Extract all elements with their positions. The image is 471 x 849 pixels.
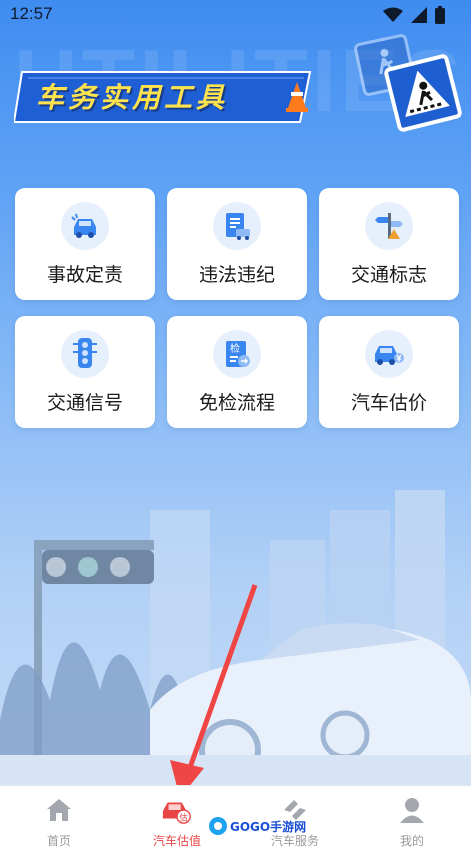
tool-accident-liability[interactable]: 事故定责 xyxy=(15,188,155,300)
tools-grid: 事故定责 违法违纪 交通标志 交通信号 检 免检流程 汽车估价 xyxy=(15,188,459,428)
document-car-icon xyxy=(213,202,261,250)
tool-traffic-signs[interactable]: 交通标志 xyxy=(319,188,459,300)
profile-icon xyxy=(396,794,428,826)
home-icon xyxy=(43,794,75,826)
tool-violations[interactable]: 违法违纪 xyxy=(167,188,307,300)
tool-label: 事故定责 xyxy=(46,264,123,286)
car-accident-icon xyxy=(61,202,109,250)
status-bar: 12:57 xyxy=(0,0,471,30)
app-screen: 12:57 UTILITIES 车务实用工具 xyxy=(0,0,471,849)
tool-label: 交通标志 xyxy=(350,264,427,286)
svg-text:估: 估 xyxy=(179,812,188,822)
car-yen-icon xyxy=(365,330,413,378)
tool-label: 交通信号 xyxy=(46,392,123,414)
tab-profile[interactable]: 我的 xyxy=(353,786,471,849)
wifi-icon xyxy=(383,7,403,22)
inspection-doc-icon: 检 xyxy=(213,330,261,378)
tab-label: 汽车估值 xyxy=(152,834,201,848)
watermark: GOGO手游网 xyxy=(208,816,306,836)
watermark-logo-icon xyxy=(209,817,227,835)
tool-label: 汽车估价 xyxy=(350,392,427,414)
tab-label: 首页 xyxy=(46,834,71,848)
svg-text:检: 检 xyxy=(230,342,240,355)
status-time: 12:57 xyxy=(10,4,53,23)
traffic-cone-icon xyxy=(286,82,308,112)
tool-label: 免检流程 xyxy=(198,392,275,414)
title-banner: 车务实用工具 xyxy=(12,66,314,128)
traffic-light-icon xyxy=(61,330,109,378)
road-sign-icon xyxy=(365,202,413,250)
battery-icon xyxy=(435,6,445,24)
signal-icon xyxy=(411,7,427,23)
tab-label: 我的 xyxy=(399,834,424,848)
tool-label: 违法违纪 xyxy=(198,264,275,286)
page-title: 车务实用工具 xyxy=(36,81,229,114)
car-valuation-icon: 估 xyxy=(161,794,193,826)
tool-inspection-exemption[interactable]: 检 免检流程 xyxy=(167,316,307,428)
watermark-text: GOGO手游网 xyxy=(230,819,307,834)
tool-car-valuation[interactable]: 汽车估价 xyxy=(319,316,459,428)
city-scene-illustration xyxy=(0,490,471,785)
status-icons xyxy=(383,6,445,24)
tool-traffic-signals[interactable]: 交通信号 xyxy=(15,316,155,428)
tab-home[interactable]: 首页 xyxy=(0,786,118,849)
